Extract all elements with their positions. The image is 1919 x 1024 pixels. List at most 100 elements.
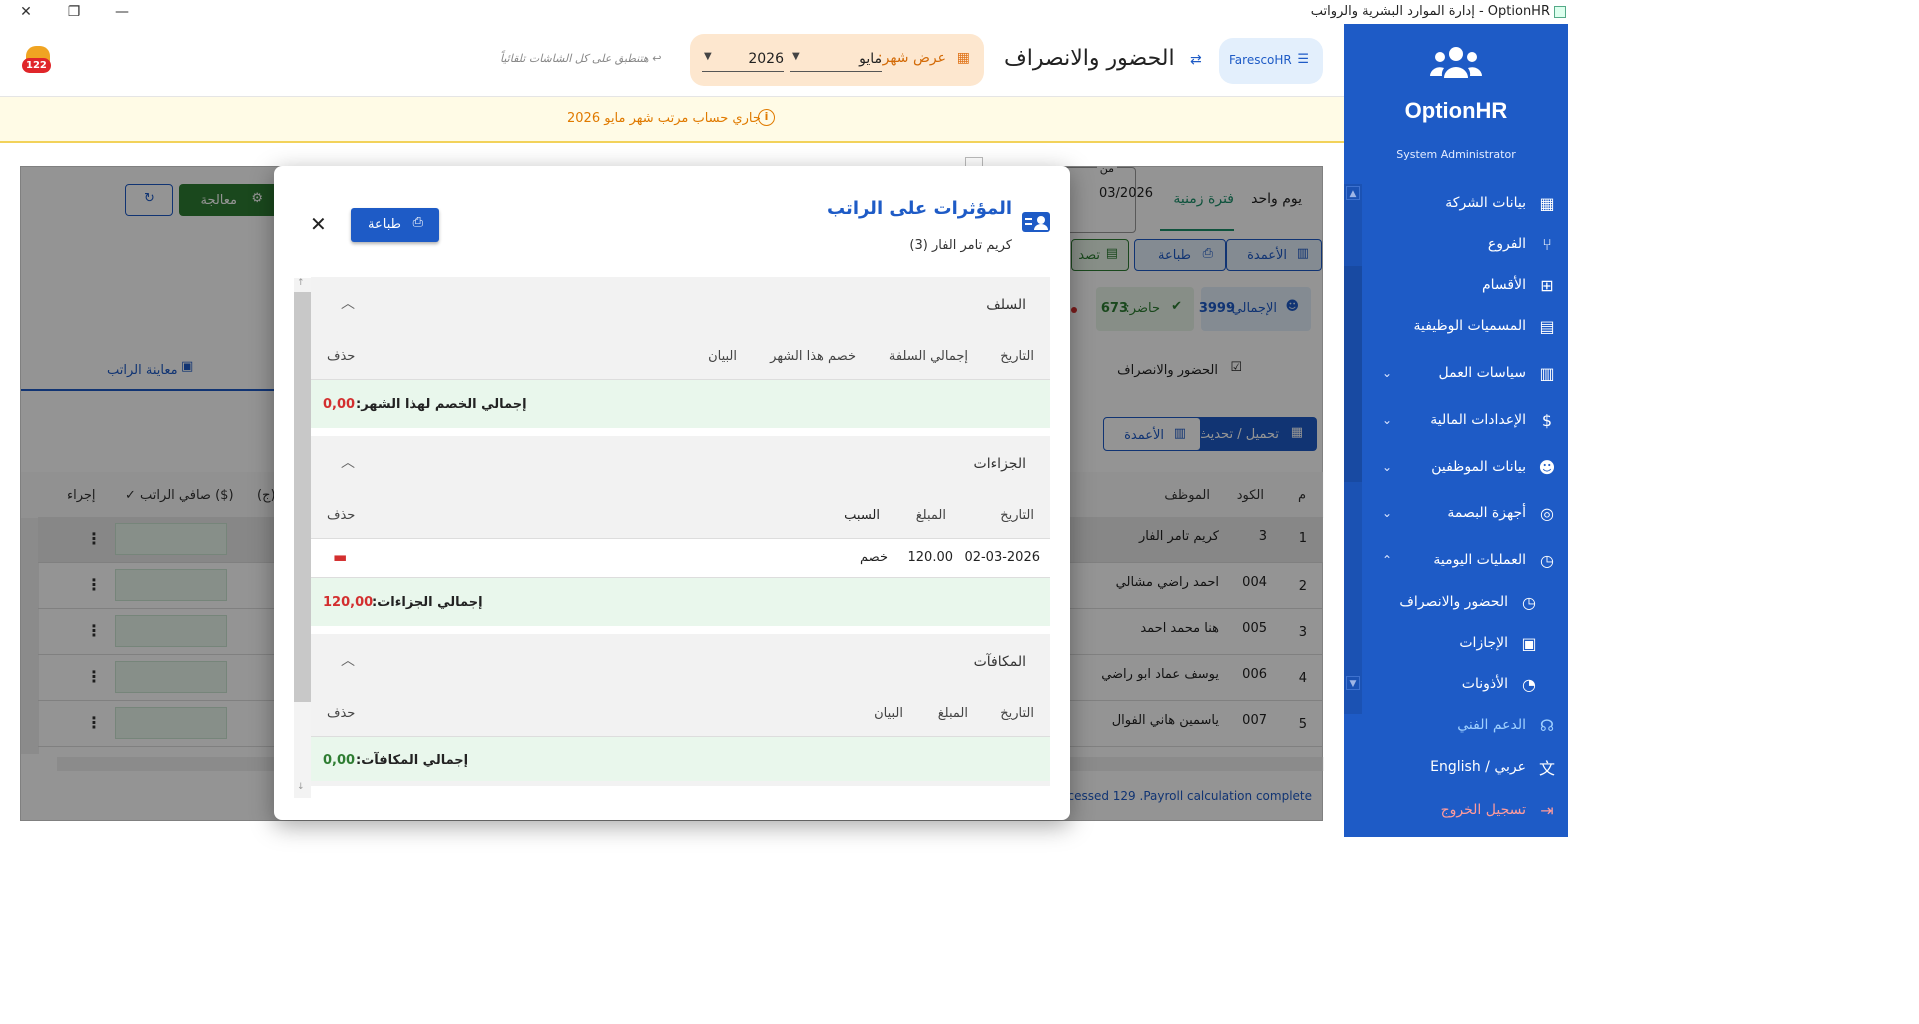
minimize-window-icon[interactable]: — — [110, 3, 134, 21]
sidebar-item-attendance[interactable]: ◷ الحضور والانصراف — [1356, 587, 1540, 617]
advances-col-month-deduction: خصم هذا الشهر — [770, 349, 856, 364]
chevron-down-icon: ▼ — [792, 51, 800, 62]
sidebar-item-label: المسميات الوظيفية — [1413, 318, 1526, 334]
app-icon — [1554, 6, 1566, 18]
bonuses-total-row: إجمالي المكافآت: 0,00 — [311, 737, 1050, 781]
bonuses-section: المكافآت ︿ التاريخ المبلغ البيان حذف إجم… — [311, 634, 1050, 786]
dialog-print-label: طباعة — [368, 217, 401, 232]
fingerprint-icon: ◎ — [1540, 503, 1554, 523]
advances-total-row: إجمالي الخصم لهذا الشهر: 0,00 — [311, 380, 1050, 428]
penalties-col-delete: حذف — [327, 508, 356, 523]
bonuses-title: المكافآت — [973, 654, 1026, 670]
organization-button[interactable]: FarescoHR ☰ — [1219, 38, 1323, 84]
sidebar-item-leaves[interactable]: ▣ الإجازات — [1356, 628, 1540, 658]
page-title: الحضور والانصراف — [1004, 46, 1175, 71]
bonuses-col-description: البيان — [874, 706, 903, 721]
chevron-up-icon[interactable]: ︿ — [341, 452, 355, 472]
sidebar-item-employees[interactable]: ☻ بيانات الموظفين ⌄ — [1374, 452, 1558, 482]
advances-section: السلف ︿ التاريخ إجمالي السلفة خصم هذا ال… — [311, 277, 1050, 428]
sidebar-item-departments[interactable]: ⊞ الأقسام — [1374, 270, 1558, 300]
penalty-reason: خصم — [860, 550, 888, 565]
sidebar-scroll-thumb[interactable] — [1344, 266, 1362, 482]
penalties-col-date: التاريخ — [1000, 508, 1034, 523]
user-role: System Administrator — [1396, 148, 1516, 161]
dialog-print-button[interactable]: ⎙ طباعة — [351, 208, 439, 242]
chevron-up-icon[interactable]: ︿ — [341, 650, 355, 670]
clock-pie-icon: ◔ — [1522, 674, 1536, 694]
sidebar-item-label: بيانات الشركة — [1445, 195, 1526, 211]
penalties-col-reason: السبب — [844, 508, 880, 523]
top-header: 122 ↩ هتنطبق على كل الشاشات تلقائياً ▦ ع… — [0, 24, 1344, 97]
brand-name: OptionHR — [1404, 98, 1508, 123]
dialog-scrollbar[interactable]: ↑ ↓ — [294, 278, 311, 798]
id-card-icon — [1022, 212, 1050, 232]
sidebar-item-label: بيانات الموظفين — [1431, 459, 1526, 475]
month-value: مايو — [859, 51, 882, 67]
sidebar-item-company[interactable]: ▦ بيانات الشركة — [1374, 188, 1558, 218]
language-toggle[interactable]: 文 عربي / English — [1374, 752, 1558, 782]
sidebar-item-label: العمليات اليومية — [1433, 552, 1526, 568]
sidebar-item-permissions[interactable]: ◔ الأذونات — [1356, 669, 1540, 699]
sidebar: OptionHR System Administrator ▲ ▼ ▦ بيانا… — [1344, 24, 1568, 837]
sidebar-item-label: الفروع — [1487, 236, 1526, 252]
advances-total-value: 0,00 — [323, 397, 356, 412]
logout-label: تسجيل الخروج — [1440, 802, 1526, 818]
clipboard-icon: ▥ — [1539, 363, 1555, 383]
apply-hint: ↩ هتنطبق على كل الشاشات تلقائياً — [500, 52, 662, 65]
notification-count: 122 — [22, 58, 51, 73]
advances-col-description: البيان — [708, 349, 737, 364]
chevron-up-icon: ⌃ — [1382, 553, 1393, 567]
window-titlebar: ✕ ❐ — OptionHR - إدارة الموارد البشرية و… — [0, 0, 1568, 24]
month-select[interactable]: مايو ▼ — [790, 48, 882, 72]
year-select[interactable]: 2026 ▼ — [702, 48, 784, 72]
notifications-button[interactable]: 122 — [20, 40, 54, 74]
restore-window-icon[interactable]: ❐ — [62, 3, 86, 21]
sidebar-item-work-policies[interactable]: ▥ سياسات العمل ⌄ — [1374, 358, 1558, 388]
sidebar-item-fingerprint-devices[interactable]: ◎ أجهزة البصمة ⌄ — [1374, 498, 1558, 528]
trash-icon[interactable]: ▬ — [333, 548, 347, 566]
clock-icon: ◷ — [1540, 550, 1554, 570]
sidebar-item-label: سياسات العمل — [1438, 365, 1526, 381]
scroll-up-icon[interactable]: ▲ — [1346, 186, 1360, 200]
chevron-down-icon: ⌄ — [1382, 413, 1393, 427]
advances-col-delete: حذف — [327, 349, 356, 364]
dialog-scroll-thumb[interactable] — [294, 292, 311, 702]
scroll-up-icon[interactable]: ↑ — [297, 278, 305, 288]
sidebar-item-label: الأقسام — [1482, 277, 1526, 293]
scroll-down-icon[interactable]: ↓ — [297, 782, 305, 792]
support-label: الدعم الفني — [1457, 717, 1526, 733]
penalties-total-value: 120,00 — [323, 595, 374, 610]
calendar-x-icon: ▣ — [1521, 633, 1537, 653]
swap-icon[interactable]: ⇄ — [1190, 52, 1202, 68]
penalty-row: 02-03-2026 120.00 خصم ▬ — [311, 539, 1050, 577]
sidebar-item-branches[interactable]: ⑂ الفروع — [1374, 229, 1558, 259]
sidebar-item-label: الأذونات — [1461, 676, 1508, 692]
penalties-col-amount: المبلغ — [915, 508, 946, 523]
dialog-subtitle: كريم تامر الفار (3) — [909, 238, 1012, 253]
dollar-icon: $ — [1541, 410, 1553, 430]
sidebar-item-job-titles[interactable]: ▤ المسميات الوظيفية — [1374, 311, 1558, 341]
clock-icon: ◷ — [1522, 592, 1536, 612]
logout-icon: ⇥ — [1540, 800, 1554, 820]
sidebar-item-daily-operations[interactable]: ◷ العمليات اليومية ⌃ — [1374, 545, 1558, 575]
support-link[interactable]: ☊ الدعم الفني — [1374, 710, 1558, 740]
branches-icon: ⑂ — [1542, 234, 1552, 254]
chevron-up-icon[interactable]: ︿ — [341, 293, 355, 313]
advances-total-label: إجمالي الخصم لهذا الشهر: — [356, 397, 527, 412]
close-icon[interactable]: ✕ — [310, 212, 327, 236]
database-icon: ☰ — [1297, 52, 1309, 67]
logout-button[interactable]: ⇥ تسجيل الخروج — [1374, 795, 1558, 825]
banner-text: جاري حساب مرتب شهر مايو 2026 — [567, 111, 761, 126]
bonuses-total-value: 0,00 — [323, 753, 356, 768]
month-selector: ▦ عرض شهر: مايو ▼ 2026 ▼ — [690, 34, 984, 86]
building-icon: ▦ — [1539, 193, 1555, 213]
bonuses-col-date: التاريخ — [1000, 706, 1034, 721]
id-badge-icon: ▤ — [1539, 316, 1555, 336]
bonuses-total-label: إجمالي المكافآت: — [356, 753, 469, 768]
users-logo-icon — [1430, 47, 1482, 78]
close-window-icon[interactable]: ✕ — [14, 3, 38, 21]
translate-icon: 文 — [1539, 759, 1556, 778]
sidebar-item-finance-settings[interactable]: $ الإعدادات المالية ⌄ — [1374, 405, 1558, 435]
language-label: عربي / English — [1430, 759, 1526, 775]
penalty-amount: 120.00 — [907, 550, 954, 565]
